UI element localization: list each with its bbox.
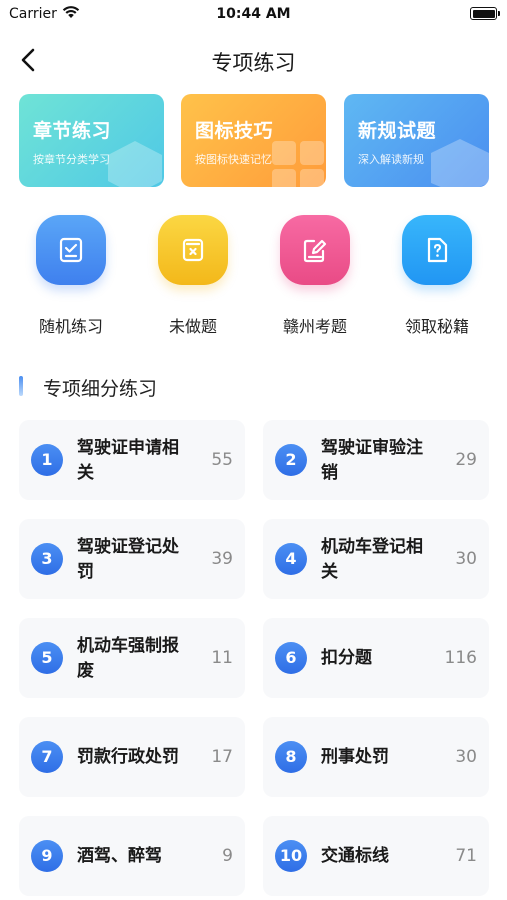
quick-action-label: 未做题 (168, 317, 217, 336)
chapter-practice-card[interactable]: 章节练习 按章节分类学习 (19, 94, 164, 187)
category-name: 酒驾、醉驾 (77, 846, 162, 866)
category-number-badge: 5 (31, 642, 63, 674)
category-number-badge: 6 (275, 642, 307, 674)
category-number-badge: 7 (31, 741, 63, 773)
category-number-badge: 9 (31, 840, 63, 872)
quick-action-label: 随机练习 (38, 317, 103, 336)
box-icon (431, 139, 489, 187)
category-count: 39 (211, 549, 233, 569)
category-count: 11 (211, 648, 233, 668)
get-secrets-button[interactable]: 领取秘籍 (382, 215, 492, 336)
section-title: 专项细分练习 (43, 378, 158, 400)
card-subtitle: 深入解读新规 (358, 153, 424, 166)
category-count: 30 (455, 747, 477, 767)
nav-bar: 专项练习 (0, 40, 507, 80)
category-count: 116 (444, 648, 477, 668)
undone-icon (158, 215, 228, 285)
category-name: 驾驶证申请相关 (77, 438, 179, 483)
category-item[interactable]: 10 交通标线 71 (263, 816, 489, 896)
category-count: 71 (455, 846, 477, 866)
category-count: 55 (211, 450, 233, 470)
grid-icon (272, 141, 324, 187)
status-bar: Carrier 10:44 AM (0, 0, 507, 28)
status-time: 10:44 AM (216, 6, 291, 22)
ganzhou-questions-button[interactable]: 赣州考题 (260, 215, 370, 336)
card-subtitle: 按章节分类学习 (33, 153, 110, 166)
category-name: 扣分题 (321, 648, 372, 668)
category-name: 机动车登记相关 (321, 537, 423, 582)
category-number-badge: 2 (275, 444, 307, 476)
category-item[interactable]: 3 驾驶证登记处罚 39 (19, 519, 245, 599)
new-rules-card[interactable]: 新规试题 深入解读新规 (344, 94, 489, 187)
category-item[interactable]: 9 酒驾、醉驾 9 (19, 816, 245, 896)
category-number-badge: 1 (31, 444, 63, 476)
category-item[interactable]: 5 机动车强制报废 11 (19, 618, 245, 698)
section-header: 专项细分练习 (19, 372, 489, 402)
question-doc-icon (402, 215, 472, 285)
cube-icon (108, 141, 162, 187)
checklist-icon (36, 215, 106, 285)
edit-icon (280, 215, 350, 285)
category-name: 交通标线 (321, 846, 389, 866)
category-name: 驾驶证登记处罚 (77, 537, 179, 582)
category-count: 30 (455, 549, 477, 569)
category-name: 驾驶证审验注销 (321, 438, 423, 483)
category-item[interactable]: 4 机动车登记相关 30 (263, 519, 489, 599)
quick-action-label: 领取秘籍 (404, 317, 469, 336)
card-subtitle: 按图标快速记忆 (195, 153, 272, 166)
category-count: 9 (222, 846, 233, 866)
category-name: 罚款行政处罚 (77, 747, 179, 767)
icon-tips-card[interactable]: 图标技巧 按图标快速记忆 (181, 94, 326, 187)
feature-cards: 章节练习 按章节分类学习 图标技巧 按图标快速记忆 新规试题 深入解读新规 (19, 94, 489, 187)
category-count: 17 (211, 747, 233, 767)
category-name: 刑事处罚 (321, 747, 389, 767)
category-number-badge: 8 (275, 741, 307, 773)
category-item[interactable]: 1 驾驶证申请相关 55 (19, 420, 245, 500)
page-title: 专项练习 (211, 51, 296, 75)
category-number-badge: 3 (31, 543, 63, 575)
category-item[interactable]: 2 驾驶证审验注销 29 (263, 420, 489, 500)
quick-actions: 随机练习 未做题 赣州考题 领取秘籍 (0, 215, 507, 336)
category-item[interactable]: 6 扣分题 116 (263, 618, 489, 698)
category-count: 29 (455, 450, 477, 470)
category-number-badge: 10 (275, 840, 307, 872)
category-number-badge: 4 (275, 543, 307, 575)
quick-action-label: 赣州考题 (282, 317, 347, 336)
category-item[interactable]: 8 刑事处罚 30 (263, 717, 489, 797)
undone-questions-button[interactable]: 未做题 (138, 215, 248, 336)
random-practice-button[interactable]: 随机练习 (16, 215, 126, 336)
category-item[interactable]: 7 罚款行政处罚 17 (19, 717, 245, 797)
category-name: 机动车强制报废 (77, 636, 179, 681)
battery-icon (470, 7, 500, 20)
section-accent-bar (19, 376, 23, 396)
